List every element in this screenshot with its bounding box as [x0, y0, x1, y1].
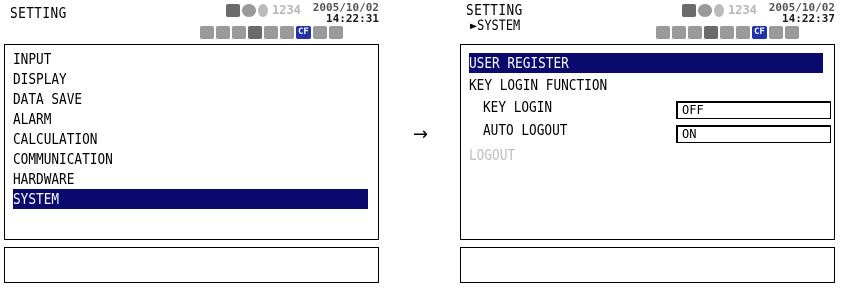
display-icon [248, 25, 262, 39]
menu-panel: INPUT DISPLAY DATA SAVE ALARM CALCULATIO… [4, 44, 379, 240]
document-icon [312, 25, 327, 39]
screen-title: SETTING [466, 1, 523, 19]
menu-item-input[interactable]: INPUT [13, 49, 58, 69]
menu-item-alarm[interactable]: ALARM [13, 109, 58, 129]
keyboard-icon [688, 25, 702, 39]
breadcrumb: ►SYSTEM [470, 18, 521, 34]
menu-item-data-save[interactable]: DATA SAVE [13, 89, 94, 109]
key-login-value-field[interactable]: OFF [676, 101, 831, 119]
lock-icon [698, 3, 712, 17]
datetime: 2005/10/02 14:22:31 [313, 2, 379, 24]
menu-item-user-register[interactable]: USER REGISTER [469, 53, 823, 73]
speaker-icon [714, 3, 724, 17]
keyboard-icon [232, 25, 246, 39]
transition-arrow: → [413, 124, 429, 145]
right-system-screen: SETTING ►SYSTEM 1234 2005/10/02 14:22:37… [456, 0, 841, 289]
menu-item-key-login-function: KEY LOGIN FUNCTION [469, 76, 608, 94]
network-icon [216, 25, 230, 39]
menu-item-communication[interactable]: COMMUNICATION [13, 149, 130, 169]
menu-item-display[interactable]: DISPLAY [13, 69, 76, 89]
auto-logout-value-field[interactable]: ON [676, 125, 831, 143]
time: 14:22:31 [326, 12, 379, 25]
message-box [460, 247, 835, 283]
left-setting-screen: SETTING 1234 2005/10/02 14:22:31 CF INPU… [0, 0, 385, 289]
printer-icon [682, 3, 696, 17]
network-icon [672, 25, 686, 39]
cf-card-icon: CF [752, 25, 767, 39]
time: 14:22:37 [782, 12, 835, 25]
status-number: 1234 [728, 2, 757, 17]
status-icons-bottom: CF [656, 24, 799, 40]
status-icons-top: 1234 [226, 2, 303, 18]
status-icons-top: 1234 [682, 2, 759, 18]
display-icon [704, 25, 718, 39]
menu-item-hardware[interactable]: HARDWARE [13, 169, 85, 189]
mouse-icon [720, 25, 734, 39]
printer-icon [226, 3, 240, 17]
key-icon [784, 25, 799, 39]
screen-title: SETTING [10, 4, 67, 22]
menu-item-logout: LOGOUT [469, 146, 516, 164]
speaker-icon [258, 3, 268, 17]
message-box [4, 247, 379, 283]
menu-item-key-login[interactable]: KEY LOGIN [483, 97, 564, 117]
usb-icon [656, 25, 670, 39]
datetime: 2005/10/02 14:22:37 [769, 2, 835, 24]
status-number: 1234 [272, 2, 301, 17]
menu-item-calculation[interactable]: CALCULATION [13, 129, 112, 149]
document-icon [768, 25, 783, 39]
status-icons-bottom: CF [200, 24, 343, 40]
key-icon [328, 25, 343, 39]
file-icon [736, 25, 750, 39]
lock-icon [242, 3, 256, 17]
mouse-icon [264, 25, 278, 39]
menu-item-auto-logout[interactable]: AUTO LOGOUT [483, 120, 582, 140]
usb-icon [200, 25, 214, 39]
cf-card-icon: CF [296, 25, 311, 39]
system-menu-panel: USER REGISTER KEY LOGIN FUNCTION KEY LOG… [460, 44, 835, 240]
file-icon [280, 25, 294, 39]
menu-item-system[interactable]: SYSTEM [13, 189, 368, 209]
